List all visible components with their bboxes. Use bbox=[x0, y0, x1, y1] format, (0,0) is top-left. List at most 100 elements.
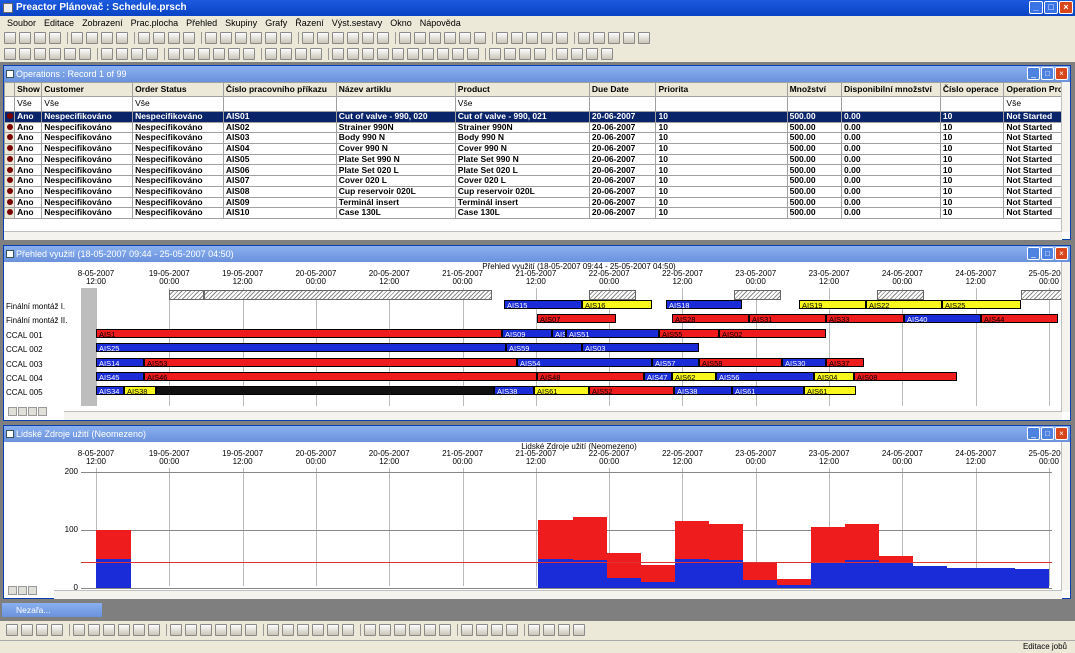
table-cell[interactable]: Nespecifikováno bbox=[41, 196, 134, 209]
table-cell[interactable]: AIS08 bbox=[222, 185, 337, 198]
operations-horizontal-scrollbar[interactable] bbox=[4, 231, 1062, 240]
toolbar-button-icon[interactable] bbox=[198, 48, 210, 60]
table-cell[interactable]: 10 bbox=[939, 111, 1005, 123]
toolbar-button-icon[interactable] bbox=[377, 48, 389, 60]
table-cell[interactable]: Nespecifikováno bbox=[41, 185, 134, 198]
toolbar-button-icon[interactable] bbox=[34, 32, 46, 44]
table-row[interactable]: Ano Nespecifikováno Nespecifikováno AIS07 Co… bbox=[3, 175, 1062, 187]
toolbar-button-icon[interactable] bbox=[116, 32, 128, 44]
toolbar-button-icon[interactable] bbox=[310, 48, 322, 60]
table-cell[interactable]: Nespecifikováno bbox=[132, 143, 224, 155]
table-cell[interactable]: 10 bbox=[655, 143, 788, 155]
table-row[interactable]: Ano Nespecifikováno Nespecifikováno AIS10 Ca… bbox=[3, 207, 1062, 219]
table-cell[interactable]: Nespecifikováno bbox=[132, 175, 224, 187]
column-header[interactable]: Název artiklu bbox=[335, 82, 456, 97]
operation-bar[interactable]: AIS37 bbox=[826, 357, 864, 367]
operation-bar[interactable]: AIS14 bbox=[96, 357, 144, 367]
toolbar-button-icon[interactable] bbox=[534, 48, 546, 60]
table-cell[interactable]: Body 990 N bbox=[454, 132, 590, 145]
toolbar-button-icon[interactable] bbox=[267, 624, 279, 636]
table-cell[interactable]: Nespecifikováno bbox=[41, 143, 134, 155]
menu-item[interactable]: Skupiny bbox=[221, 16, 261, 30]
filter-select[interactable]: Vše bbox=[41, 96, 134, 112]
toolbar-button-icon[interactable] bbox=[243, 48, 255, 60]
toolbar-button-icon[interactable] bbox=[215, 624, 227, 636]
table-cell[interactable]: Ano bbox=[14, 143, 43, 155]
toolbar-button-icon[interactable] bbox=[118, 624, 130, 636]
table-cell[interactable]: 10 bbox=[939, 121, 1005, 134]
table-cell[interactable]: 0.00 bbox=[841, 207, 941, 219]
toolbar-button-icon[interactable] bbox=[34, 48, 46, 60]
toolbar-button-icon[interactable] bbox=[601, 48, 613, 60]
table-cell[interactable]: Ano bbox=[14, 207, 43, 219]
table-cell[interactable]: Ano bbox=[14, 196, 43, 209]
table-cell[interactable]: Ano bbox=[14, 132, 43, 145]
table-row[interactable]: Ano Nespecifikováno Nespecifikováno AIS02 St… bbox=[3, 121, 1062, 134]
menu-item[interactable]: Řazení bbox=[291, 16, 328, 30]
table-cell[interactable]: 20-06-2007 bbox=[588, 185, 657, 198]
operation-bar[interactable]: AIS55 bbox=[659, 328, 719, 338]
column-header[interactable]: Operation Pro bbox=[1003, 82, 1062, 97]
toolbar-button-icon[interactable] bbox=[392, 48, 404, 60]
operation-bar[interactable]: AIS46 bbox=[144, 372, 537, 381]
chart-close-button[interactable]: × bbox=[1055, 427, 1068, 440]
menu-item[interactable]: Zobrazení bbox=[78, 16, 127, 30]
toolbar-button-icon[interactable] bbox=[362, 48, 374, 60]
toolbar-button-icon[interactable] bbox=[558, 624, 570, 636]
toolbar-button-icon[interactable] bbox=[51, 624, 63, 636]
toolbar-button-icon[interactable] bbox=[101, 48, 113, 60]
chart-horizontal-scrollbar[interactable] bbox=[54, 590, 1062, 599]
table-row[interactable]: Ano Nespecifikováno Nespecifikováno AIS05 Pl… bbox=[3, 153, 1062, 166]
toolbar-button-icon[interactable] bbox=[71, 32, 83, 44]
operation-bar[interactable]: AIS38 bbox=[494, 386, 534, 396]
table-cell[interactable]: Ano bbox=[14, 185, 43, 198]
table-cell[interactable]: 500.00 bbox=[786, 175, 843, 187]
toolbar-button-icon[interactable] bbox=[424, 624, 436, 636]
operation-bar[interactable]: AIS52 bbox=[589, 386, 674, 396]
toolbar-button-icon[interactable] bbox=[342, 624, 354, 636]
toolbar-button-icon[interactable] bbox=[153, 32, 165, 44]
table-cell[interactable]: Nespecifikováno bbox=[132, 185, 224, 198]
toolbar-button-icon[interactable] bbox=[265, 32, 277, 44]
operation-bar[interactable]: AIS51 bbox=[566, 328, 659, 338]
zoom-fit-icon[interactable] bbox=[28, 586, 37, 595]
toolbar-button-icon[interactable] bbox=[64, 48, 76, 60]
table-cell[interactable]: 20-06-2007 bbox=[588, 207, 657, 219]
toolbar-button-icon[interactable] bbox=[168, 32, 180, 44]
toolbar-button-icon[interactable] bbox=[439, 624, 451, 636]
table-cell[interactable]: 20-06-2007 bbox=[588, 132, 657, 145]
column-header[interactable]: Disponibilní množství bbox=[841, 82, 941, 97]
toolbar-button-icon[interactable] bbox=[332, 48, 344, 60]
table-cell[interactable]: 10 bbox=[939, 164, 1005, 177]
toolbar-button-icon[interactable] bbox=[608, 32, 620, 44]
table-cell[interactable]: 10 bbox=[939, 132, 1005, 145]
column-header[interactable]: Customer bbox=[41, 82, 134, 97]
toolbar-button-icon[interactable] bbox=[541, 32, 553, 44]
toolbar-button-icon[interactable] bbox=[73, 624, 85, 636]
table-cell[interactable]: 20-06-2007 bbox=[588, 164, 657, 177]
toolbar-button-icon[interactable] bbox=[312, 624, 324, 636]
toolbar-button-icon[interactable] bbox=[19, 32, 31, 44]
column-header[interactable]: Číslo operace bbox=[939, 82, 1005, 97]
toolbar-button-icon[interactable] bbox=[200, 624, 212, 636]
operation-bar[interactable]: AIS56 bbox=[716, 372, 814, 381]
toolbar-button-icon[interactable] bbox=[228, 48, 240, 60]
toolbar-button-icon[interactable] bbox=[183, 48, 195, 60]
toolbar-button-icon[interactable] bbox=[332, 32, 344, 44]
toolbar-button-icon[interactable] bbox=[489, 48, 501, 60]
table-cell[interactable]: 0.00 bbox=[841, 196, 941, 209]
toolbar-button-icon[interactable] bbox=[496, 32, 508, 44]
table-cell[interactable]: 500.00 bbox=[786, 153, 843, 166]
table-cell[interactable]: Plate Set 990 N bbox=[335, 153, 456, 166]
operation-bar[interactable]: AIS03 bbox=[582, 343, 699, 353]
toolbar-button-icon[interactable] bbox=[638, 32, 650, 44]
column-header[interactable]: Show bbox=[14, 82, 43, 97]
toolbar-button-icon[interactable] bbox=[362, 32, 374, 44]
toolbar-button-icon[interactable] bbox=[4, 32, 16, 44]
operation-bar[interactable]: AIS61 bbox=[804, 386, 856, 396]
toolbar-button-icon[interactable] bbox=[183, 32, 195, 44]
toolbar-button-icon[interactable] bbox=[205, 32, 217, 44]
toolbar-button-icon[interactable] bbox=[586, 48, 598, 60]
toolbar-button-icon[interactable] bbox=[6, 624, 18, 636]
table-cell[interactable]: 20-06-2007 bbox=[588, 196, 657, 209]
